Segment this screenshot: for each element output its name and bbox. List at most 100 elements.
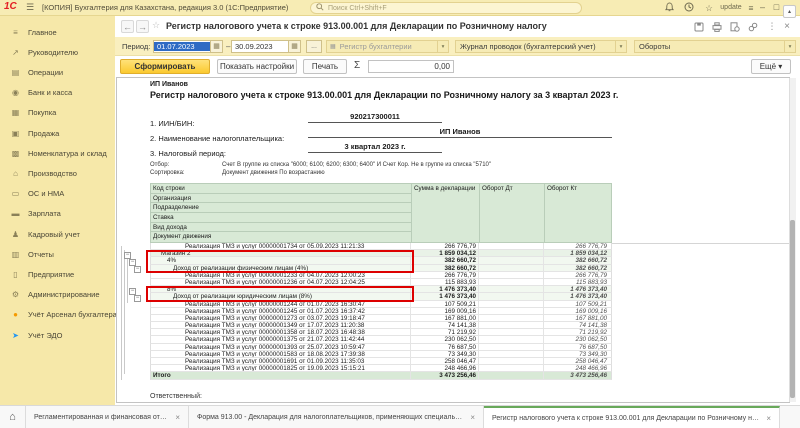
gear-icon: ⚙ [10,290,21,299]
link-icon[interactable] [746,21,760,33]
bottom-tab[interactable]: Регистр налогового учета к строке 913.00… [484,406,780,428]
close-tab-icon[interactable]: × [175,413,180,422]
journal-select[interactable]: Журнал проводок (бухгалтерский учет) ▾ [455,40,627,53]
table-row[interactable]: Реализация ТМЗ и услуг 00000001375 от 21… [150,336,612,343]
main-menu-icon[interactable]: ☰ [26,2,34,13]
history-clock-icon[interactable] [682,2,696,14]
period-options-button[interactable]: ... [306,40,322,53]
sidebar-item[interactable]: ▦Покупка [0,103,115,123]
close-form-icon[interactable]: × [780,21,794,33]
sidebar-item[interactable]: ↗Руководителю [0,42,115,62]
close-tab-icon[interactable]: × [766,414,771,423]
table-row[interactable]: Реализация ТМЗ и услуг 00000001825 от 19… [150,365,612,372]
turnovers-select[interactable]: Обороты ▾ [634,40,796,53]
sidebar-item[interactable]: ≡Главное [0,22,115,42]
forward-button[interactable]: → [136,20,149,33]
row-sum: 167 881,00 [411,315,479,321]
more-button[interactable]: Ещё ▾ [751,59,791,74]
sidebar-item[interactable]: ▬Зарплата [0,204,115,224]
collapse-group-icon[interactable]: − [129,288,136,295]
table-row[interactable]: Реализация ТМЗ и услуг 00000001691 от 01… [150,358,612,365]
row-debit [479,301,544,307]
date-to-value[interactable]: 30.09.2023 [232,42,288,51]
chevron-down-icon[interactable]: ▾ [784,41,795,52]
row-debit [479,243,544,249]
calendar-icon[interactable]: ▦ [288,41,300,52]
date-from-value[interactable]: 01.07.2023 [154,42,210,51]
show-settings-button[interactable]: Показать настройки [217,59,297,74]
row-credit: 107 509,21 [544,301,609,307]
responsible-label: Ответственный: [150,393,202,400]
preview-search-icon[interactable] [728,21,742,33]
update-label[interactable]: update [718,2,744,14]
table-row[interactable]: Реализация ТМЗ и услуг 00000001583 от 18… [150,351,612,358]
global-search-input[interactable]: Поиск Ctrl+Shift+F [310,2,582,14]
favorites-star-icon[interactable]: ☆ [702,2,716,14]
more-kebab-icon[interactable]: ⋮ [765,21,779,33]
table-row[interactable]: Реализация ТМЗ и услуг 00000001349 от 17… [150,322,612,329]
table-row[interactable]: Реализация ТМЗ и услуг 00000001358 от 18… [150,329,612,336]
collapse-group-icon[interactable]: − [124,252,131,259]
bottom-tab[interactable]: Форма 913.00 - Декларация для налогоплат… [189,406,484,428]
chevron-down-icon[interactable]: ▾ [437,41,448,52]
row-debit [479,365,544,371]
back-button[interactable]: ← [121,20,134,33]
sum-field[interactable]: 0,00 [368,60,454,73]
table-row[interactable]: Реализация ТМЗ и услуг 00000001393 от 25… [150,344,612,351]
home-icon[interactable]: ⌂ [0,406,26,428]
date-to-field[interactable]: 30.09.2023 ▦ [231,40,301,53]
calendar-icon[interactable]: ▦ [210,41,222,52]
notifications-bell-icon[interactable] [662,2,676,14]
sidebar-item[interactable]: ▥Отчеты [0,244,115,264]
maximize-button[interactable]: □ [770,1,783,14]
row-debit [479,351,544,357]
column-header-sum: Сумма в декларации [412,184,480,242]
collapse-group-icon[interactable]: − [134,295,141,302]
period-dash: – [226,42,230,51]
sidebar-item[interactable]: ⚙Администрирование [0,285,115,305]
table-row[interactable]: Реализация ТМЗ и услуг 00000001273 от 03… [150,315,612,322]
close-tab-icon[interactable]: × [470,413,475,422]
collapse-group-icon[interactable]: − [129,259,136,266]
trend-icon: ↗ [10,48,21,57]
favorite-star-icon[interactable]: ☆ [152,20,160,31]
sidebar-item[interactable]: ▩Номенклатура и склад [0,143,115,163]
sidebar-item[interactable]: ▣Продажа [0,123,115,143]
row-label: Реализация ТМЗ и услуг 00000001393 от 25… [151,344,411,350]
sidebar-item[interactable]: ▤Операции [0,62,115,82]
row-label: Реализация ТМЗ и услуг 00000001734 от 05… [151,243,411,249]
sidebar-item[interactable]: ▭ОС и НМА [0,184,115,204]
row-credit: 73 349,30 [544,351,609,357]
row-credit: 382 660,72 [544,257,609,263]
row-credit: 76 687,50 [544,344,609,350]
sidebar-item[interactable]: ➤Учёт ЭДО [0,325,115,345]
column-header-credit: Оборот Кт [545,184,611,242]
sidebar-item[interactable]: ♟Кадровый учет [0,224,115,244]
sidebar-item[interactable]: ●Учёт Арсенал бухгалтера [0,305,115,325]
row-credit: 3 473 256,46 [544,372,609,379]
chevron-down-icon[interactable]: ▾ [615,41,626,52]
generate-button[interactable]: Сформировать [120,59,210,74]
window-title: [КОПИЯ] Бухгалтерия для Казахстана, реда… [42,3,288,12]
save-icon[interactable] [692,21,706,33]
table-total-row[interactable]: Итого3 473 256,463 473 256,46 [150,372,612,380]
sidebar-item-label: Операции [28,68,63,77]
tabbar-collapse-button[interactable]: ▴ [783,5,796,18]
table-header-row-label: Организация [151,194,411,204]
table-header-row-label: Документ движения [151,232,411,242]
print-button[interactable]: Печать [303,59,347,74]
sidebar-item[interactable]: ◉Банк и касса [0,83,115,103]
print-icon[interactable] [710,21,724,33]
sidebar-item[interactable]: ⌂Производство [0,163,115,183]
scrollbar-thumb[interactable] [790,220,795,398]
register-type-select[interactable]: ▦ Регистр бухгалтерии ▾ [326,40,449,53]
collapse-group-icon[interactable]: − [134,266,141,273]
row-debit [479,279,544,285]
date-from-field[interactable]: 01.07.2023 ▦ [153,40,223,53]
sidebar-item[interactable]: ▯Предприятие [0,264,115,284]
sigma-icon[interactable]: Σ [354,60,360,71]
bottom-tab[interactable]: Регламентированная и финансовая отчетнос… [26,406,189,428]
minimize-button[interactable]: – [756,1,769,14]
table-row[interactable]: Реализация ТМЗ и услуг 00000001245 от 01… [150,308,612,315]
table-row[interactable]: Реализация ТМЗ и услуг 00000001233 от 04… [150,272,612,279]
